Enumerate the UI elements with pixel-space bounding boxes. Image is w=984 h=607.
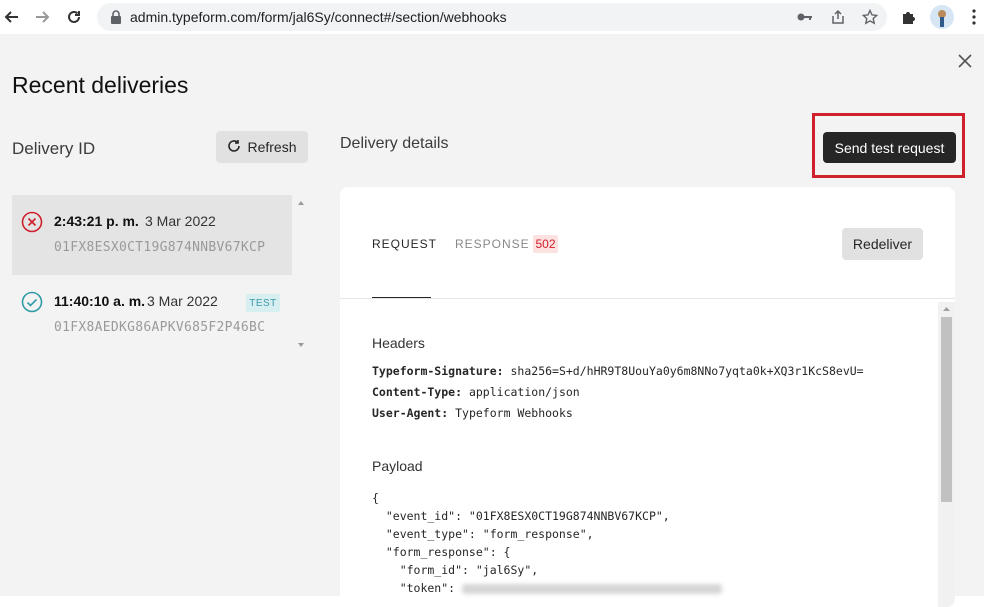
delivery-date: 3 Mar 2022: [145, 213, 216, 229]
redeliver-button[interactable]: Redeliver: [842, 228, 923, 260]
tab-response[interactable]: RESPONSE: [455, 237, 530, 251]
tab-request[interactable]: REQUEST: [372, 237, 437, 251]
header-row: User-Agent: Typeform Webhooks: [372, 406, 573, 420]
header-value: application/json: [468, 385, 580, 399]
payload-line: "token":: [372, 581, 723, 595]
star-icon[interactable]: [862, 9, 878, 25]
payload-line: "event_id": "01FX8ESX0CT19G874NNBV67KCP"…: [372, 509, 670, 523]
header-row: Typeform-Signature: sha256=S+d/hHR9T8Uou…: [372, 364, 864, 378]
redacted-token: [462, 583, 723, 594]
browser-toolbar: admin.typeform.com/form/jal6Sy/connect#/…: [0, 0, 984, 34]
reload-icon[interactable]: [62, 5, 86, 29]
refresh-icon: [227, 139, 241, 156]
delivery-item[interactable]: 11:40:10 a. m. 3 Mar 2022 TEST 01FX8AEDK…: [12, 275, 292, 355]
header-value: sha256=S+d/hHR9T8UouYa0y6m8NNo7yqta0k+XQ…: [510, 364, 864, 378]
payload-title: Payload: [372, 458, 423, 474]
puzzle-icon[interactable]: [898, 6, 920, 28]
test-badge: TEST: [246, 294, 280, 312]
details-scrollbar[interactable]: [938, 302, 955, 607]
avatar[interactable]: [930, 5, 954, 29]
key-icon[interactable]: [797, 9, 813, 25]
url-text[interactable]: admin.typeform.com/form/jal6Sy/connect#/…: [130, 9, 507, 25]
header-key: Typeform-Signature:: [372, 364, 504, 378]
lock-icon[interactable]: [108, 9, 124, 25]
list-scrollbar[interactable]: [294, 195, 308, 353]
scrollbar-thumb[interactable]: [941, 317, 952, 502]
response-code-badge: 502: [533, 235, 558, 253]
send-test-request-button[interactable]: Send test request: [823, 132, 956, 163]
close-icon[interactable]: [958, 54, 978, 74]
page-title: Recent deliveries: [12, 72, 189, 98]
forward-arrow-icon[interactable]: [30, 5, 54, 29]
header-row: Content-Type: application/json: [372, 385, 580, 399]
back-arrow-icon[interactable]: [0, 5, 24, 29]
error-circle-icon: [21, 211, 43, 233]
delivery-id-label: Delivery ID: [12, 139, 96, 158]
refresh-label: Refresh: [247, 139, 297, 155]
delivery-date: 3 Mar 2022: [147, 293, 218, 309]
deliveries-list: 2:43:21 p. m. 3 Mar 2022 01FX8ESX0CT19G8…: [12, 195, 308, 353]
header-key: User-Agent:: [372, 406, 449, 420]
divider: [340, 298, 955, 299]
payload-line: {: [372, 491, 379, 505]
delivery-item[interactable]: 2:43:21 p. m. 3 Mar 2022 01FX8ESX0CT19G8…: [12, 195, 292, 275]
payload-line: "form_id": "jal6Sy",: [372, 563, 539, 577]
payload-line-text: "token":: [372, 581, 463, 595]
delivery-id: 01FX8AEDKG86APKV685F2P46BC: [54, 320, 266, 335]
kebab-menu-icon[interactable]: [963, 6, 984, 28]
header-value: Typeform Webhooks: [455, 406, 573, 420]
address-bar[interactable]: admin.typeform.com/form/jal6Sy/connect#/…: [97, 3, 887, 31]
delivery-details-card: REQUEST RESPONSE 502 Redeliver Headers T…: [340, 187, 955, 607]
refresh-button[interactable]: Refresh: [216, 131, 308, 163]
delivery-details-label: Delivery details: [340, 135, 449, 152]
payload-line: "form_response": {: [372, 545, 511, 559]
headers-title: Headers: [372, 335, 425, 351]
delivery-id: 01FX8ESX0CT19G874NNBV67KCP: [54, 240, 266, 255]
payload-line: "event_type": "form_response",: [372, 527, 594, 541]
header-key: Content-Type:: [372, 385, 463, 399]
webhook-deliveries-page: Recent deliveries Delivery ID Refresh De…: [0, 34, 984, 607]
delivery-time: 11:40:10 a. m.: [54, 293, 146, 309]
delivery-time: 2:43:21 p. m.: [54, 213, 139, 229]
share-icon[interactable]: [830, 9, 846, 25]
check-circle-icon: [21, 291, 43, 313]
